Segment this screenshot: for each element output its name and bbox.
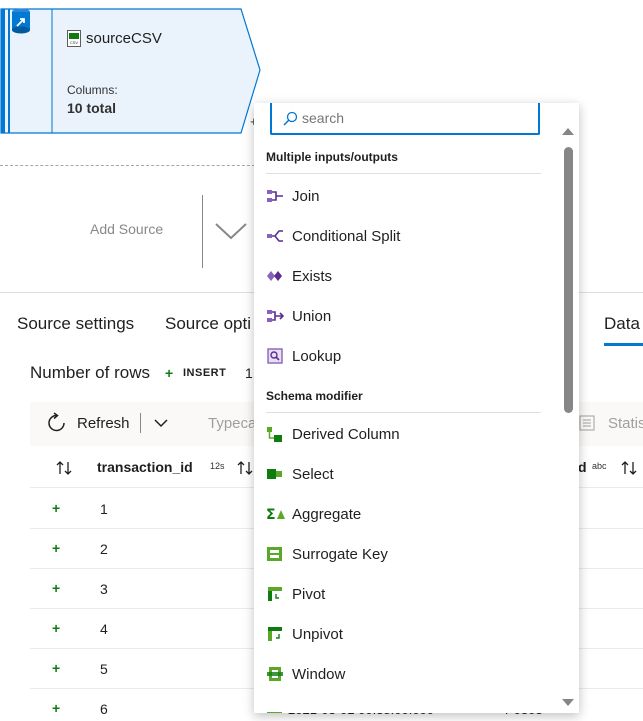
group-header-multiple-inputs-outputs: Multiple inputs/outputs: [266, 150, 398, 164]
column-type-integer: 12s: [210, 461, 225, 471]
source-node-title: sourceCSV: [86, 30, 162, 47]
canvas-divider: [0, 165, 260, 166]
insert-plus-icon: +: [52, 500, 61, 516]
add-source-divider: [202, 195, 203, 268]
derived-column-icon: [266, 426, 284, 442]
statistics-button[interactable]: Statis: [608, 415, 643, 432]
menu-item-conditional-split[interactable]: Conditional Split: [254, 216, 559, 256]
menu-item-partial[interactable]: [254, 694, 559, 713]
svg-text:Σ: Σ: [266, 507, 276, 522]
menu-item-surrogate-key[interactable]: Surrogate Key: [254, 534, 559, 574]
toolbar-separator: [140, 413, 141, 433]
column-header-partial[interactable]: d: [578, 459, 587, 475]
sort-icon[interactable]: [236, 459, 254, 482]
insert-plus-icon: +: [52, 660, 61, 676]
pivot-icon: [266, 586, 284, 602]
insert-plus-icon: +: [52, 540, 61, 556]
menu-item-unpivot[interactable]: Unpivot: [254, 614, 559, 654]
scroll-up-arrow-icon[interactable]: [561, 123, 575, 141]
tab-source-options[interactable]: Source opti: [165, 314, 251, 334]
join-icon: [266, 188, 284, 204]
menu-item-union[interactable]: Union: [254, 296, 559, 336]
csv-file-icon: CSV: [67, 30, 81, 47]
column-type-string: abc: [592, 461, 607, 471]
cell-transaction-id: 5: [100, 661, 108, 677]
tab-data-preview[interactable]: Data: [604, 314, 640, 334]
refresh-icon[interactable]: [46, 412, 68, 439]
insert-label: INSERT: [183, 367, 227, 379]
window-icon: [266, 666, 284, 682]
cell-transaction-id: 1: [100, 501, 108, 517]
scroll-down-arrow-icon[interactable]: [561, 695, 575, 713]
menu-item-aggregate[interactable]: Σ Aggregate: [254, 494, 559, 534]
sort-icon[interactable]: [620, 459, 638, 482]
refresh-button[interactable]: Refresh: [77, 415, 130, 432]
rows-label: Number of rows: [30, 363, 150, 382]
transformation-menu[interactable]: Multiple inputs/outputs Join Conditional…: [254, 103, 579, 713]
cell-transaction-id: 6: [100, 701, 108, 717]
transformation-search-box[interactable]: [270, 103, 540, 135]
menu-item-label: Select: [292, 466, 334, 483]
menu-item-derived-column[interactable]: Derived Column: [254, 414, 559, 454]
add-source-button[interactable]: Add Source: [90, 221, 163, 237]
insert-count: 1: [245, 365, 253, 381]
rank-icon: [266, 706, 284, 713]
cell-transaction-id: 3: [100, 581, 108, 597]
group-header-schema-modifier: Schema modifier: [266, 389, 363, 403]
insert-plus-icon: +: [52, 620, 61, 636]
menu-item-select[interactable]: Select: [254, 454, 559, 494]
insert-plus-icon: +: [165, 365, 174, 381]
refresh-dropdown-chevron-icon[interactable]: [153, 416, 169, 434]
search-input[interactable]: [302, 110, 522, 126]
menu-item-label: Window: [292, 666, 346, 683]
exists-icon: [266, 268, 284, 284]
menu-item-label: Surrogate Key: [292, 546, 388, 563]
cell-transaction-id: 2: [100, 541, 108, 557]
menu-item-label: Aggregate: [292, 506, 362, 523]
source-database-icon: [10, 8, 52, 133]
menu-item-exists[interactable]: Exists: [254, 256, 559, 296]
menu-item-label: Lookup: [292, 348, 342, 365]
menu-item-pivot[interactable]: Pivot: [254, 574, 559, 614]
columns-count: 10 total: [67, 100, 117, 116]
tab-source-settings[interactable]: Source settings: [17, 314, 134, 334]
columns-label: Columns:: [67, 83, 118, 97]
group-divider: [266, 412, 541, 413]
aggregate-icon: Σ: [266, 506, 285, 523]
union-icon: [266, 308, 285, 324]
insert-plus-icon: +: [52, 700, 61, 716]
active-tab-indicator: [604, 343, 643, 346]
data-flow-editor: CSV sourceCSV Columns: 10 total + Add So…: [0, 0, 643, 721]
conditional-split-icon: [266, 228, 284, 244]
group-divider: [266, 173, 541, 174]
surrogate-key-icon: [266, 546, 284, 562]
menu-item-label: Derived Column: [292, 426, 400, 443]
svg-text:CSV: CSV: [70, 40, 79, 45]
menu-item-label: Union: [292, 308, 332, 325]
menu-item-label: Conditional Split: [292, 228, 401, 245]
cell-transaction-id: 4: [100, 621, 108, 637]
unpivot-icon: [266, 626, 284, 642]
source-node[interactable]: CSV sourceCSV Columns: 10 total: [0, 8, 261, 134]
column-header-transaction-id[interactable]: transaction_id: [97, 459, 193, 475]
chevron-down-icon[interactable]: [214, 220, 248, 247]
typecast-button[interactable]: Typeca: [208, 415, 256, 432]
sort-icon[interactable]: [55, 459, 73, 482]
search-icon: [282, 111, 298, 132]
menu-item-label: Unpivot: [292, 626, 343, 643]
scrollbar-thumb[interactable]: [564, 147, 573, 413]
insert-plus-icon: +: [52, 580, 61, 596]
statistics-icon: [578, 414, 596, 437]
menu-item-join[interactable]: Join: [254, 176, 559, 216]
menu-item-lookup[interactable]: Lookup: [254, 336, 559, 376]
menu-item-label: Pivot: [292, 586, 326, 603]
menu-item-label: Exists: [292, 268, 333, 285]
menu-item-window[interactable]: Window: [254, 654, 559, 694]
menu-item-label: Join: [292, 188, 320, 205]
select-icon: [266, 466, 284, 482]
lookup-icon: [266, 348, 284, 364]
